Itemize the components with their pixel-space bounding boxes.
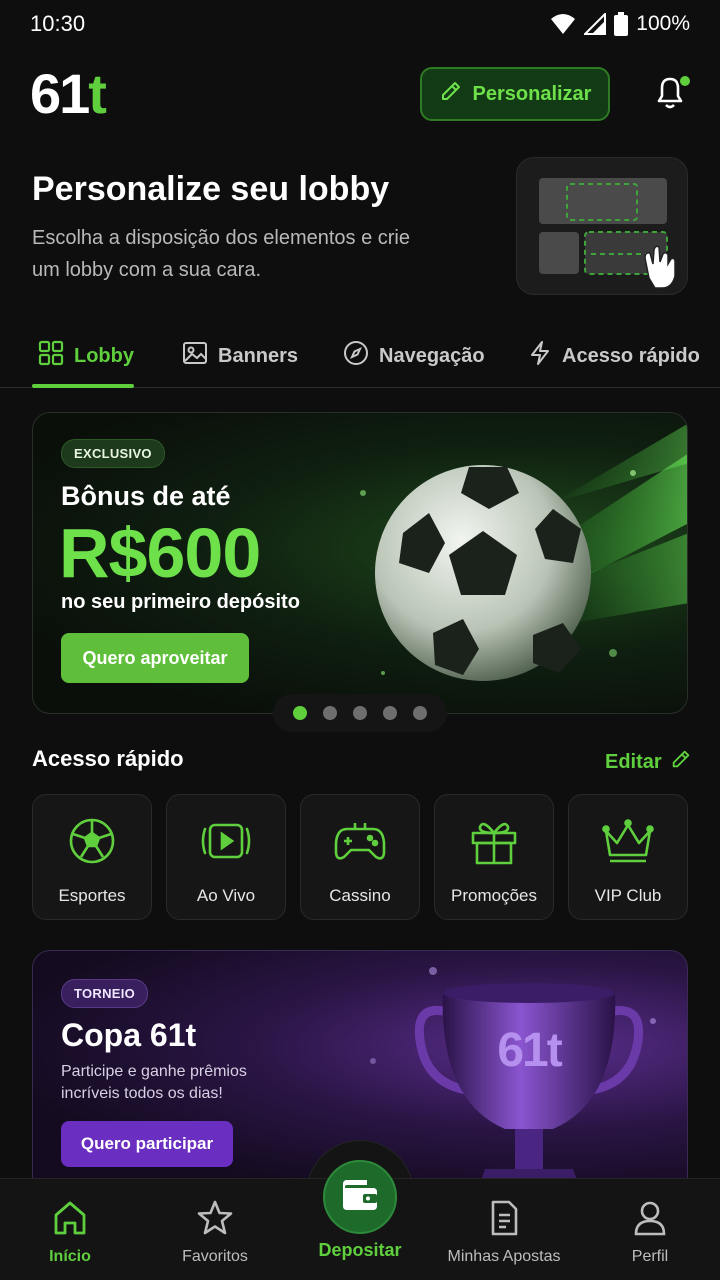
carousel-dot[interactable] [293,706,307,720]
nav-favorites[interactable]: Favoritos [145,1199,285,1266]
trophy-logo-text: 61t [497,1024,562,1077]
edit-label: Editar [605,750,662,773]
tab-banners[interactable]: Banners [182,328,298,384]
tab-navigation[interactable]: Navegação [343,328,485,384]
home-icon [51,1199,89,1242]
tab-label: Lobby [74,344,134,367]
page-subtitle: Escolha a disposição dos elementos e cri… [32,227,410,281]
carousel-dot[interactable] [353,706,367,720]
user-icon [631,1199,669,1242]
personalize-button[interactable]: Personalizar [420,67,610,121]
status-time: 10:30 [30,11,86,36]
pencil-icon [670,748,692,776]
tab-quick-access[interactable]: Acesso rápido [528,328,700,384]
battery-icon [614,12,629,36]
join-tournament-button[interactable]: Quero participar [61,1121,233,1167]
carousel-dot[interactable] [323,706,337,720]
nav-label: Minhas Apostas [447,1248,561,1265]
quick-access-label: Cassino [329,886,391,905]
pencil-icon [439,79,463,109]
logo-accent: t [88,62,107,125]
banner-amount: R$600 [59,514,261,592]
tab-label: Navegação [379,344,485,367]
quick-access-live[interactable]: Ao Vivo [166,794,286,920]
wifi-icon [550,13,576,35]
wallet-icon [341,1178,379,1217]
gamepad-icon [333,817,387,870]
quick-access-label: Ao Vivo [196,886,256,905]
app-logo[interactable]: 61t [30,66,107,122]
lightning-icon [528,340,552,372]
quick-access-grid: Esportes Ao Vivo Cassino Promoções VIP C… [32,794,688,920]
quick-access-label: Esportes [58,886,126,905]
nav-label: Início [49,1248,91,1265]
tab-label: Banners [218,344,299,367]
nav-profile[interactable]: Perfil [580,1199,720,1266]
banner-line3: no seu primeiro depósito [61,591,300,613]
quick-access-sports[interactable]: Esportes [32,794,152,920]
nav-label: Favoritos [182,1248,248,1265]
tournament-subtitle: Participe e ganhe prêmios incríveis todo… [61,1063,247,1102]
nav-home[interactable]: Início [0,1199,140,1266]
compass-icon [343,340,369,372]
nav-label-deposit[interactable]: Depositar [290,1240,430,1261]
tab-label: Acesso rápido [562,344,700,367]
star-icon [196,1199,234,1242]
crown-icon [601,817,655,870]
personalize-label: Personalizar [472,82,592,105]
gift-icon [469,817,519,870]
layout-illustration [516,157,688,295]
edit-quick-access-button[interactable]: Editar [605,748,692,776]
tab-active-indicator [32,384,134,388]
page-title: Personalize seu lobby [32,170,390,208]
exclusive-badge: EXCLUSIVO [61,439,165,468]
quick-access-label: VIP Club [594,886,662,905]
deposit-button[interactable] [323,1160,397,1234]
banner-line1: Bônus de até [61,481,231,511]
status-bar: 10:30 100% [0,0,720,48]
notification-dot [678,74,692,88]
carousel-indicator [273,694,447,732]
app-header: 61t Personalizar [30,64,692,124]
battery-percent: 100% [636,12,690,35]
quick-access-casino[interactable]: Cassino [300,794,420,920]
image-icon [182,340,208,372]
claim-bonus-button[interactable]: Quero aproveitar [61,633,249,683]
signal-icon [584,13,607,35]
notifications-button[interactable] [650,74,692,114]
tournament-title: Copa 61t [61,1017,197,1053]
grid-icon [38,340,64,372]
quick-access-title: Acesso rápido [32,746,184,771]
live-play-icon [200,817,252,870]
logo-main: 61 [30,62,90,125]
nav-my-bets[interactable]: Minhas Apostas [434,1199,574,1266]
lobby-tabs: Lobby Banners Navegação Acesso rápido [0,326,720,388]
quick-access-promotions[interactable]: Promoções [434,794,554,920]
carousel-dot[interactable] [413,706,427,720]
tab-lobby[interactable]: Lobby [38,328,134,384]
header-actions: Personalizar [420,67,692,121]
quick-access-label: Promoções [451,886,537,905]
nav-label: Perfil [631,1248,669,1265]
promo-banner[interactable]: EXCLUSIVO Bônus de até R$600 no seu prim… [32,412,688,714]
document-icon [485,1199,523,1242]
status-icons: 100% [550,12,690,36]
carousel-dot[interactable] [383,706,397,720]
quick-access-vip[interactable]: VIP Club [568,794,688,920]
soccer-ball-icon [68,817,116,870]
tournament-badge: TORNEIO [61,979,149,1008]
